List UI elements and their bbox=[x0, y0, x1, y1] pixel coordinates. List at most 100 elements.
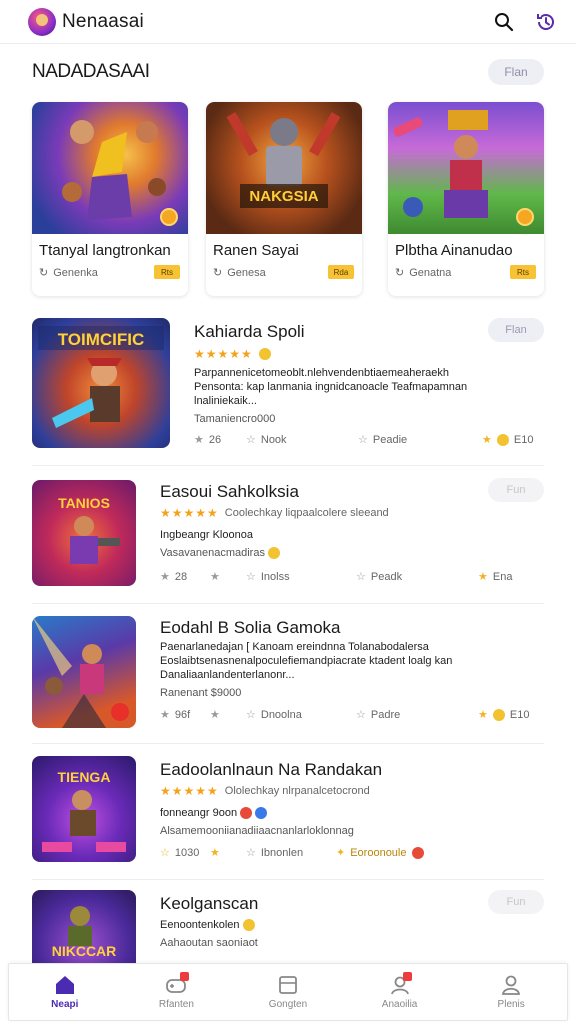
game-action-button[interactable]: Fun bbox=[488, 890, 544, 914]
game-artwork: TIENGA bbox=[32, 756, 136, 862]
nav-label: Anaoilia bbox=[381, 998, 418, 1010]
star-outline-icon: ☆ bbox=[356, 709, 366, 721]
star-icon: ★ bbox=[194, 434, 204, 446]
featured-card[interactable]: NAKGSIA Ranen Sayai ↻ Genesa Rda bbox=[206, 102, 362, 296]
star-outline-icon: ☆ bbox=[246, 571, 256, 583]
game-title: Eodahl B Solia Gamoka bbox=[160, 618, 341, 637]
game-artwork bbox=[32, 616, 136, 728]
game-title: Keolganscan bbox=[160, 894, 259, 913]
history-icon[interactable] bbox=[534, 10, 558, 34]
featured-title: Ttanyal langtronkan bbox=[39, 242, 171, 259]
featured-badge: Rda bbox=[328, 265, 354, 279]
game-description: Parpannenicetomeoblt.nlehvendenbtiaemeah… bbox=[194, 367, 468, 407]
star-icon: ★ bbox=[210, 709, 220, 721]
badge-icon bbox=[240, 807, 253, 820]
featured-title: Plbtha Ainanudao bbox=[395, 242, 513, 259]
sparkle-icon: ✦ bbox=[336, 847, 346, 859]
game-title: Kahiarda Spoli bbox=[194, 322, 305, 341]
app-logo bbox=[28, 7, 56, 36]
game-subtitle: Tamaniencro000 bbox=[194, 413, 276, 425]
star-icon: ★ bbox=[478, 709, 488, 721]
star-icon: ★ bbox=[210, 847, 220, 859]
game-description: Ingbeangr Kloonoa bbox=[160, 529, 253, 541]
list-item[interactable]: TANIOS Easoui Sahkolksia Fun ★★★★★ Coolec… bbox=[32, 466, 544, 604]
star-outline-icon: ☆ bbox=[246, 709, 256, 721]
game-stats: ★ 26 ☆ Nook ☆ Peadie ★ E10 bbox=[194, 433, 534, 446]
featured-title: Ranen Sayai bbox=[213, 242, 299, 259]
rating-stars: ★★★★★ Ololechkay nlrpanalcetocrond bbox=[160, 784, 370, 798]
section-title: NADADASAAI bbox=[32, 61, 150, 82]
star-icon: ★ bbox=[160, 571, 170, 583]
game-description: fonneangr 9oon bbox=[160, 806, 460, 820]
nav-label: Rfanten bbox=[158, 998, 194, 1010]
coin-icon bbox=[496, 433, 509, 446]
rating-stars: ★★★★★ Coolechkay liqpaalcolere sleeand bbox=[160, 506, 389, 520]
nav-home[interactable]: Neapi bbox=[9, 964, 121, 1020]
game-action-button[interactable]: Fun bbox=[488, 478, 544, 502]
coin-icon bbox=[242, 919, 255, 932]
game-subtitle: Alsamemooniianadiiaacnanlarloklonnag bbox=[160, 825, 354, 837]
featured-carousel: Ttanyal langtronkan ↻ Genenka Rts NAKGSIA… bbox=[32, 102, 544, 296]
featured-meta: Genenka bbox=[53, 266, 98, 279]
coin-icon bbox=[492, 708, 505, 721]
featured-card[interactable]: Ttanyal langtronkan ↻ Genenka Rts bbox=[32, 102, 188, 296]
list-item[interactable]: TOIMCIFIC Kahiarda Spoli Flan ★★★★★ Parp… bbox=[32, 312, 544, 466]
coin-icon bbox=[258, 348, 271, 360]
nav-profile[interactable]: Plenis bbox=[455, 964, 567, 1020]
list-item[interactable]: Eodahl B Solia Gamoka Paenarlanedajan [ … bbox=[32, 604, 544, 744]
rating-stars: ★★★★★ bbox=[194, 347, 271, 361]
home-icon bbox=[55, 975, 74, 994]
nav-games[interactable]: Rfanten bbox=[121, 964, 233, 1020]
featured-thumbnail bbox=[388, 102, 544, 234]
nav-friends[interactable]: Anaoilia bbox=[344, 964, 456, 1020]
svg-text:TIENGA: TIENGA bbox=[58, 769, 111, 785]
section-header: NADADASAAI Flan bbox=[32, 58, 544, 86]
game-artwork: TOIMCIFIC bbox=[32, 318, 170, 448]
nav-library[interactable]: Gongten bbox=[232, 964, 344, 1020]
star-icon: ★ bbox=[478, 571, 488, 583]
star-icon: ★ bbox=[482, 434, 492, 446]
coin-icon bbox=[160, 208, 178, 226]
nav-label: Gongten bbox=[268, 998, 308, 1010]
profile-icon bbox=[502, 975, 521, 995]
game-description: Eenoontenkolen bbox=[160, 918, 460, 932]
game-artwork: TANIOS bbox=[32, 480, 136, 586]
featured-meta: Genesa bbox=[227, 266, 266, 279]
star-outline-icon: ☆ bbox=[246, 847, 256, 859]
svg-text:TANIOS: TANIOS bbox=[58, 495, 110, 511]
list-item[interactable]: TIENGA Eadoolanlnaun Na Randakan ★★★★★ Ol… bbox=[32, 744, 544, 880]
notification-badge bbox=[403, 972, 413, 981]
refresh-icon: ↻ bbox=[39, 267, 49, 279]
badge-icon bbox=[411, 846, 424, 859]
bottom-navigation: Neapi Rfanten Gongten Anaoilia Plenis bbox=[8, 963, 568, 1021]
svg-text:TOIMCIFIC: TOIMCIFIC bbox=[58, 330, 145, 349]
app-bar: Nenaasai bbox=[0, 0, 576, 44]
refresh-icon: ↻ bbox=[213, 267, 223, 279]
svg-text:NAKGSIA: NAKGSIA bbox=[249, 188, 318, 205]
coin-icon bbox=[268, 547, 281, 560]
search-icon[interactable] bbox=[492, 10, 516, 34]
game-action-button[interactable]: Flan bbox=[488, 318, 544, 342]
featured-badge: Rts bbox=[154, 265, 180, 279]
svg-text:NIKCCAR: NIKCCAR bbox=[52, 943, 117, 959]
game-stats: ★ 28 ★ ☆ Inolss ☆ Peadk ★ Ena bbox=[160, 570, 513, 584]
game-stats: ★ 96f ★ ☆ Dnoolna ☆ Padre ★ E10 bbox=[160, 708, 530, 721]
game-title: Eadoolanlnaun Na Randakan bbox=[160, 760, 383, 779]
star-outline-icon: ☆ bbox=[358, 434, 368, 446]
badge-icon bbox=[255, 807, 268, 820]
nav-label: Neapi bbox=[51, 998, 79, 1010]
featured-thumbnail bbox=[32, 102, 188, 234]
star-icon: ★ bbox=[210, 571, 220, 583]
refresh-icon: ↻ bbox=[395, 267, 405, 279]
featured-badge: Rts bbox=[510, 265, 536, 279]
game-subtitle: Vasavanenacmadiras bbox=[160, 546, 460, 560]
nav-label: Plenis bbox=[497, 998, 525, 1010]
star-outline-icon: ☆ bbox=[160, 847, 170, 859]
game-subtitle: Aahaoutan saoniaot bbox=[160, 937, 258, 949]
section-filter-button[interactable]: Flan bbox=[488, 59, 544, 85]
game-subtitle: Ranenant $9000 bbox=[160, 687, 242, 699]
star-icon: ★ bbox=[160, 709, 170, 721]
app-title: Nenaasai bbox=[62, 10, 144, 32]
featured-card[interactable]: Plbtha Ainanudao ↻ Genatna Rts bbox=[388, 102, 544, 296]
star-outline-icon: ☆ bbox=[356, 571, 366, 583]
